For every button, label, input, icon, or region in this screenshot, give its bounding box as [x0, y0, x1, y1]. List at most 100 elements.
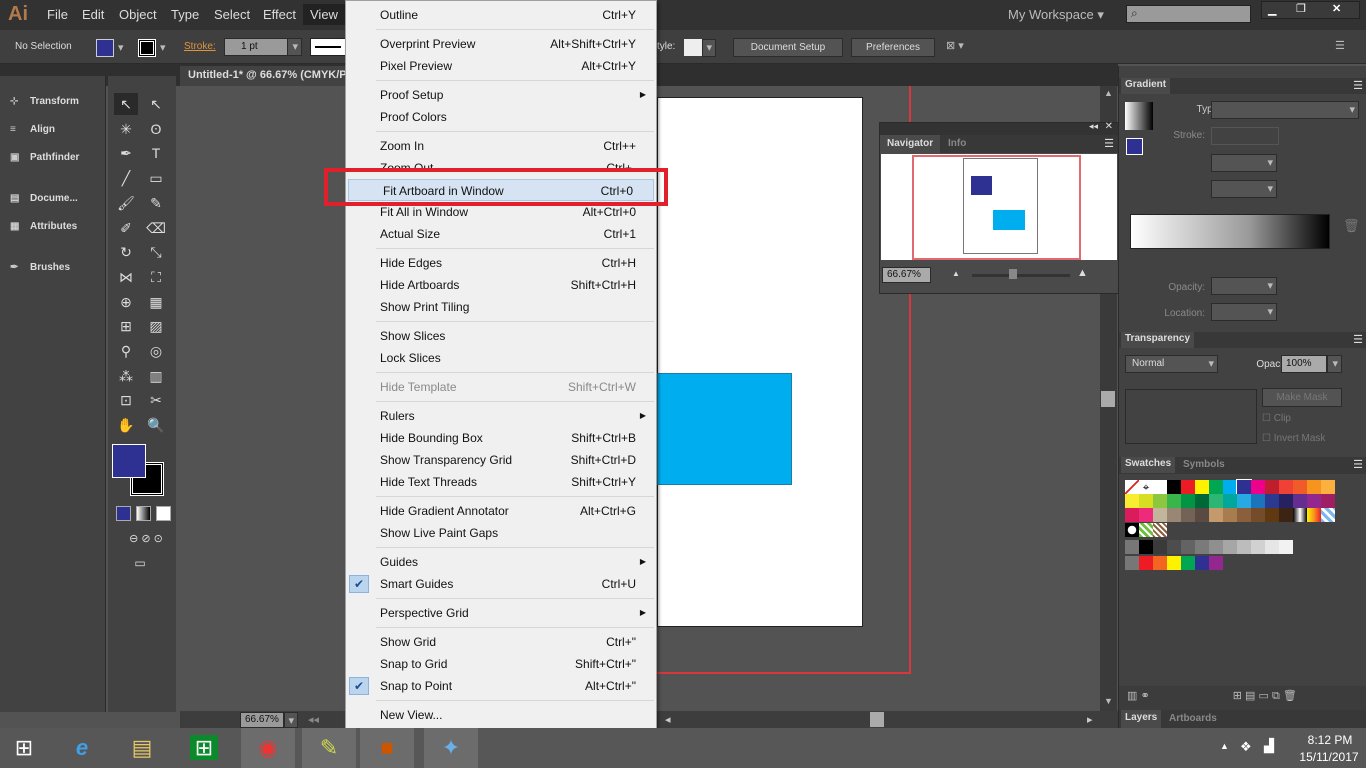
menu-item-hide-artboards[interactable]: Hide Artboards Shift+Ctrl+H: [346, 274, 656, 296]
selection-tool[interactable]: ↖: [114, 93, 138, 115]
menu-item-new-view[interactable]: New View...: [346, 704, 656, 726]
invert-mask-checkbox[interactable]: ☐ Invert Mask: [1262, 433, 1325, 444]
menu-item-actual-size[interactable]: Actual Size Ctrl+1: [346, 223, 656, 245]
swatch[interactable]: [1181, 494, 1195, 508]
panel-brushes[interactable]: ✒ Brushes: [10, 262, 70, 273]
swatch[interactable]: [1181, 508, 1195, 522]
swatch[interactable]: [1279, 508, 1293, 522]
menu-item-hide-text-threads[interactable]: Hide Text Threads Shift+Ctrl+Y: [346, 471, 656, 493]
workspace-switcher[interactable]: My Workspace ▾: [1008, 7, 1104, 23]
cyan-rectangle[interactable]: [657, 373, 792, 485]
width-tool[interactable]: ⋈: [114, 266, 138, 288]
swatches-menu-icon[interactable]: ☰: [1353, 458, 1363, 471]
swatch[interactable]: [1139, 540, 1153, 554]
swatch[interactable]: [1153, 523, 1167, 537]
drawing-modes-icon[interactable]: ⊖ ⊘ ⊙: [116, 528, 176, 550]
store-icon[interactable]: ⊞: [180, 728, 228, 768]
menu-item-show-print-tiling[interactable]: Show Print Tiling: [346, 296, 656, 318]
menu-object[interactable]: Object: [119, 7, 157, 22]
menu-item-lock-slices[interactable]: Lock Slices: [346, 347, 656, 369]
navigator-zoom-field[interactable]: 66.67%: [882, 267, 931, 283]
stroke-weight-dropdown[interactable]: [287, 38, 302, 56]
zoom-tool[interactable]: 🔍: [144, 414, 168, 436]
swatch[interactable]: [1209, 556, 1223, 570]
navigator-preview[interactable]: [881, 154, 1117, 260]
artboard-tool[interactable]: ⊡: [114, 389, 138, 411]
gradient-panel-title[interactable]: Gradient: [1121, 78, 1171, 94]
swatch[interactable]: [1153, 480, 1167, 494]
none-mode-button[interactable]: [156, 506, 171, 521]
stroke-swatch[interactable]: [138, 39, 156, 57]
search-input[interactable]: ⌕: [1126, 5, 1251, 23]
swatch[interactable]: [1195, 508, 1209, 522]
menu-item-show-live-paint-gaps[interactable]: Show Live Paint Gaps: [346, 522, 656, 544]
new-group-icon[interactable]: ▭: [1259, 690, 1269, 702]
magic-wand-tool[interactable]: ✳: [114, 118, 138, 140]
panel-close-icon[interactable]: ✕: [1105, 121, 1113, 132]
menu-file[interactable]: File: [47, 7, 68, 22]
swatch[interactable]: [1307, 508, 1321, 522]
clock-time[interactable]: 8:12 PM: [1306, 733, 1354, 747]
swatch[interactable]: [1265, 508, 1279, 522]
menu-item-proof-setup[interactable]: Proof Setup ▶: [346, 84, 656, 106]
type-tool[interactable]: T: [144, 142, 168, 164]
eraser-tool[interactable]: ⌫: [144, 217, 168, 239]
column-graph-tool[interactable]: ▥: [144, 365, 168, 387]
collapse-icon[interactable]: ◂◂: [1089, 121, 1098, 132]
arrange-documents-icon[interactable]: ⊠ ▾: [946, 39, 964, 52]
screen-mode-icon[interactable]: ▭: [128, 552, 152, 574]
swatch[interactable]: [1236, 479, 1252, 495]
slice-tool[interactable]: ✂: [144, 389, 168, 411]
swatch[interactable]: [1167, 508, 1181, 522]
panel-docume[interactable]: ▤ Docume...: [10, 193, 78, 204]
rotate-tool[interactable]: ↻: [114, 241, 138, 263]
swatch[interactable]: [1209, 494, 1223, 508]
swatch[interactable]: [1181, 540, 1195, 554]
illustrator-icon[interactable]: ■: [360, 728, 414, 768]
menu-item-hide-gradient-annotator[interactable]: Hide Gradient Annotator Alt+Ctrl+G: [346, 500, 656, 522]
menu-item-show-transparency-grid[interactable]: Show Transparency Grid Shift+Ctrl+D: [346, 449, 656, 471]
menu-view[interactable]: View: [303, 4, 345, 25]
swatch[interactable]: [1223, 540, 1237, 554]
make-mask-button[interactable]: Make Mask: [1262, 388, 1342, 407]
first-artboard-icon[interactable]: ◂◂: [308, 713, 319, 726]
free-transform-tool[interactable]: ⛶: [144, 266, 168, 288]
tab-layers[interactable]: Layers: [1121, 710, 1162, 728]
swatch[interactable]: [1153, 508, 1167, 522]
menu-item-hide-edges[interactable]: Hide Edges Ctrl+H: [346, 252, 656, 274]
swatch[interactable]: ⌖: [1139, 480, 1153, 494]
control-panel-menu-icon[interactable]: ☰: [1335, 39, 1345, 52]
swatch[interactable]: [1139, 508, 1153, 522]
hand-tool[interactable]: ✋: [114, 414, 138, 436]
swatch[interactable]: [1139, 523, 1153, 537]
menu-item-outline[interactable]: Outline Ctrl+Y: [346, 4, 656, 26]
swatch[interactable]: [1237, 540, 1251, 554]
tab-info[interactable]: Info: [948, 138, 966, 149]
swatch[interactable]: [1265, 480, 1279, 494]
menu-item-pixel-preview[interactable]: Pixel Preview Alt+Ctrl+Y: [346, 55, 656, 77]
menu-item-snap-to-point[interactable]: ✔ Snap to Point Alt+Ctrl+": [346, 675, 656, 697]
menu-item-hide-bounding-box[interactable]: Hide Bounding Box Shift+Ctrl+B: [346, 427, 656, 449]
internet-explorer-icon[interactable]: e: [58, 728, 106, 768]
swatch[interactable]: [1125, 480, 1139, 494]
transparency-panel-title[interactable]: Transparency: [1121, 332, 1195, 348]
menu-item-snap-to-grid[interactable]: Snap to Grid Shift+Ctrl+": [346, 653, 656, 675]
gradient-mode-button[interactable]: [136, 506, 151, 521]
swatch[interactable]: [1223, 494, 1237, 508]
mesh-tool[interactable]: ⊞: [114, 315, 138, 337]
scroll-left-icon[interactable]: ◂: [665, 713, 671, 726]
zoom-dropdown[interactable]: [284, 712, 298, 728]
scale-tool[interactable]: ⤡: [144, 241, 168, 263]
misc-app-icon[interactable]: ✦: [424, 728, 478, 768]
pen-tool[interactable]: ✒: [114, 142, 138, 164]
swatch[interactable]: [1167, 480, 1181, 494]
blob-brush-tool[interactable]: ✐: [114, 217, 138, 239]
gradient-type-dropdown[interactable]: [1211, 101, 1359, 119]
menu-select[interactable]: Select: [214, 7, 250, 22]
swatch[interactable]: [1153, 540, 1167, 554]
symbol-sprayer-tool[interactable]: ⁂: [114, 365, 138, 387]
panel-pathfinder[interactable]: ▣ Pathfinder: [10, 152, 79, 163]
swatch[interactable]: [1181, 556, 1195, 570]
swatch[interactable]: [1195, 540, 1209, 554]
swatch[interactable]: [1167, 540, 1181, 554]
